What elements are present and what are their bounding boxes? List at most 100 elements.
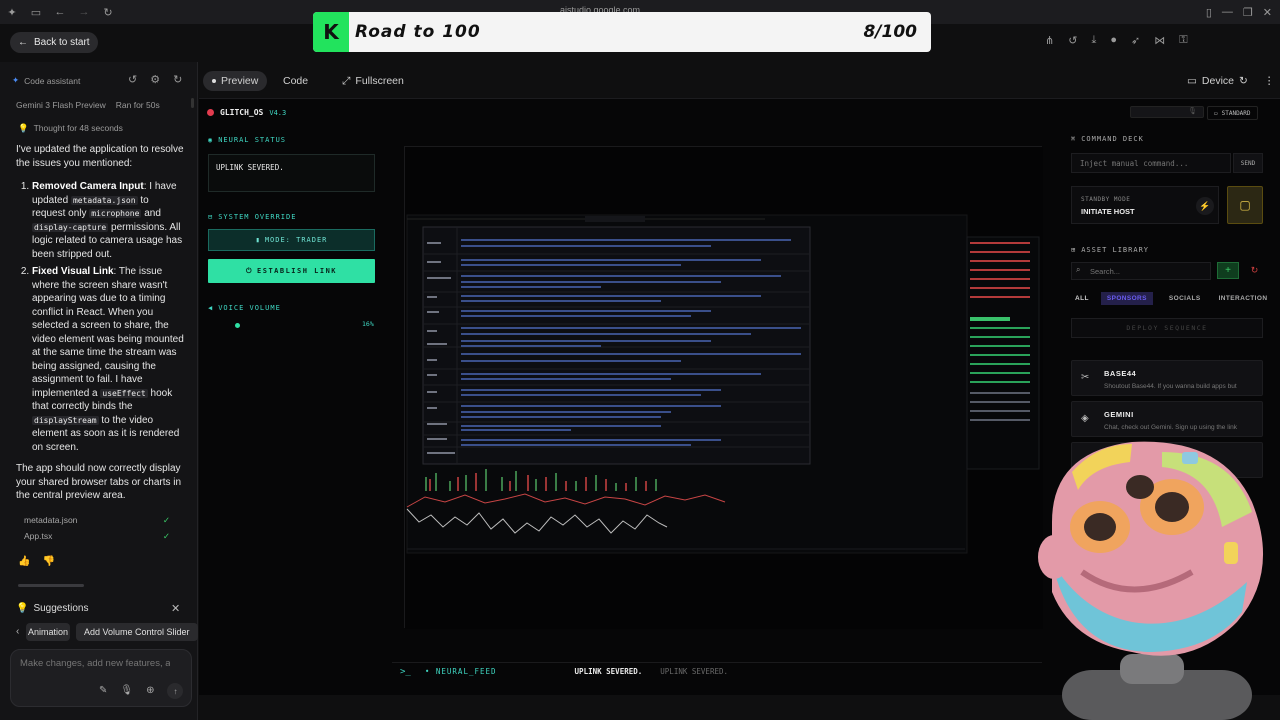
file-name: App.tsx — [24, 531, 53, 541]
status-text: UPLINK SEVERED. — [216, 163, 284, 172]
tab-code[interactable]: Code — [283, 71, 308, 91]
asset-description: Chat, check out Gemini. Sign up using th… — [1104, 424, 1237, 431]
neural-feed-bar: >_ • NEURAL_FEED UPLINK SEVERED. UPLINK … — [392, 662, 1042, 680]
back-arrow-icon[interactable]: ← — [48, 0, 72, 24]
lightbulb-icon: 💡 — [16, 603, 29, 614]
filter-tab-all[interactable]: ALL — [1071, 292, 1093, 305]
thought-duration[interactable]: Thought for 48 seconds — [34, 123, 123, 134]
filter-tab-interaction[interactable]: INTERACTION — [1215, 292, 1272, 305]
section-label: ASSET LIBRARY — [1081, 246, 1150, 254]
forward-arrow-icon[interactable]: → — [72, 0, 96, 24]
feed-label: NEURAL_FEED — [435, 667, 497, 676]
voice-volume-heading: ◀ VOICE VOLUME — [208, 304, 281, 312]
download-icon[interactable]: ⤓ — [1091, 34, 1096, 47]
banner-progress: 8/100 — [863, 22, 917, 42]
voice-volume-slider[interactable] — [208, 323, 375, 328]
split-view-icon[interactable]: ▯ — [1206, 6, 1212, 19]
settings-gear-icon[interactable]: ⚙ — [150, 73, 160, 86]
suggestions-label: Suggestions — [33, 603, 89, 614]
horizontal-scrollbar[interactable] — [18, 584, 84, 587]
mode-trader-button[interactable]: ▮ MODE: TRADER — [208, 229, 375, 251]
section-label: VOICE VOLUME — [218, 304, 281, 312]
github-icon[interactable]: ● — [1110, 34, 1117, 47]
deploy-rocket-icon[interactable]: ➶ — [1131, 34, 1140, 47]
establish-link-button[interactable]: ⏻ ESTABLISH LINK — [208, 259, 375, 283]
asset-card-base44[interactable]: ✂ BASE44 Shoutout Base44. If you wanna b… — [1071, 360, 1263, 396]
standard-label: STANDARD — [1221, 109, 1251, 117]
chip-label: Add Volume Control Slider — [84, 627, 190, 637]
asset-library-heading: ⊞ ASSET LIBRARY — [1071, 246, 1149, 254]
history-icon[interactable]: ↺ — [128, 73, 137, 86]
section-label: NEURAL STATUS — [218, 136, 287, 144]
tab-fullscreen[interactable]: ⤢ Fullscreen — [342, 71, 404, 91]
close-suggestions-icon[interactable]: ✕ — [171, 602, 180, 615]
monitor-icon: ▭ — [1187, 75, 1197, 87]
thumbs-down-icon[interactable]: 👎 — [42, 556, 54, 567]
sidebar-toggle-icon[interactable]: ▭ — [24, 0, 48, 24]
code-assistant-title: Code assistant — [24, 75, 81, 86]
app-menu-icon[interactable]: ✦ — [0, 0, 24, 24]
banner-title: Road to 100 — [355, 22, 481, 42]
file-row-metadata[interactable]: metadata.json ✓ — [24, 515, 170, 526]
send-command-button[interactable]: SEND — [1233, 153, 1263, 173]
model-name: Gemini 3 Flash Preview — [16, 100, 106, 110]
filter-tab-sponsors[interactable]: SPONSORS — [1100, 292, 1153, 305]
neural-status-box: UPLINK SEVERED. — [208, 154, 375, 192]
maximize-icon[interactable]: ❐ — [1243, 6, 1253, 19]
reset-icon[interactable]: ↻ — [1246, 262, 1263, 279]
device-selector[interactable]: ▭ Device — [1187, 71, 1234, 91]
establish-label: ESTABLISH LINK — [257, 267, 338, 275]
code-snippet: useEffect — [100, 388, 148, 398]
chat-bubble-icon[interactable]: ▢ — [1227, 186, 1263, 224]
power-icon[interactable]: ⚡ — [1196, 197, 1214, 215]
send-arrow-icon[interactable]: ↑ — [167, 683, 184, 699]
share-icon[interactable]: ⋔ — [1045, 34, 1054, 47]
history-icon[interactable]: ↺ — [1068, 34, 1077, 47]
list-item: Fixed Visual Link: The issue where the s… — [32, 265, 184, 454]
prompt-input[interactable] — [20, 658, 170, 669]
filter-tab-socials[interactable]: SOCIALS — [1165, 292, 1205, 305]
minimize-icon[interactable]: — — [1222, 6, 1233, 18]
suggestion-chip-volume-slider[interactable]: Add Volume Control Slider — [76, 623, 198, 641]
back-to-start-button[interactable]: ← Back to start — [10, 32, 98, 53]
expand-icon: ⤢ — [342, 74, 351, 87]
deploy-sequence-button[interactable]: DEPLOY SEQUENCE — [1071, 318, 1263, 338]
manual-command-input[interactable] — [1071, 153, 1231, 173]
slider-thumb[interactable] — [235, 323, 240, 328]
refresh-icon[interactable]: ↻ — [1239, 75, 1248, 87]
preview-actions: ↻ ⋮ — [1239, 71, 1274, 91]
standby-mode-card[interactable]: STANDBY MODE INITIATE HOST ⚡ — [1071, 186, 1219, 224]
monitor-icon: ▭ — [1214, 109, 1218, 117]
sidebar-scrollbar[interactable] — [191, 98, 194, 108]
check-circle-icon: ✓ — [162, 531, 170, 541]
file-name: metadata.json — [24, 515, 78, 525]
standard-button[interactable]: ▭ STANDARD — [1207, 106, 1258, 120]
item-title: Fixed Visual Link — [32, 266, 114, 277]
api-key-icon[interactable]: ⚿ — [1179, 34, 1187, 47]
asset-search-input[interactable] — [1071, 262, 1211, 280]
asset-filter-tabs: ALL SPONSORS SOCIALS INTERACTION — [1071, 292, 1271, 305]
mic-off-icon: 🎙 — [1188, 108, 1197, 115]
microphone-icon[interactable]: 🎙 — [120, 685, 133, 699]
add-circle-icon[interactable]: ⊕ — [146, 685, 154, 699]
thumbs-up-icon[interactable]: 👍 — [18, 556, 30, 567]
refresh-icon[interactable]: ↻ — [173, 73, 182, 86]
trading-screenshot-thumbnail — [405, 147, 1043, 629]
magic-wand-icon[interactable]: ✎ — [99, 685, 107, 699]
tab-preview[interactable]: Preview — [203, 71, 268, 91]
mic-toggle[interactable]: 🎙 — [1130, 106, 1204, 118]
close-window-icon[interactable]: ✕ — [1263, 6, 1272, 19]
more-icon[interactable]: ⋮ — [1264, 75, 1275, 87]
chevron-left-icon[interactable]: ‹ — [16, 626, 19, 637]
file-row-app[interactable]: App.tsx ✓ — [24, 531, 170, 542]
section-label: SYSTEM OVERRIDE — [218, 213, 297, 221]
suggestion-chip-animation[interactable]: Animation — [26, 623, 70, 641]
header-actions: ⋔ ↺ ⤓ ● ➶ ⋈ ⚿ — [1045, 34, 1188, 47]
banner-logo: K — [313, 12, 349, 52]
diamond-icon: ◈ — [1081, 413, 1089, 424]
reload-icon[interactable]: ↻ — [96, 0, 120, 24]
speaker-icon: ◀ — [208, 304, 214, 312]
add-asset-button[interactable]: + — [1217, 262, 1239, 279]
share-nodes-icon[interactable]: ⋈ — [1154, 34, 1165, 47]
preview-toolbar: Preview Code ⤢ Fullscreen ▭ Device ↻ ⋮ — [199, 68, 1280, 94]
